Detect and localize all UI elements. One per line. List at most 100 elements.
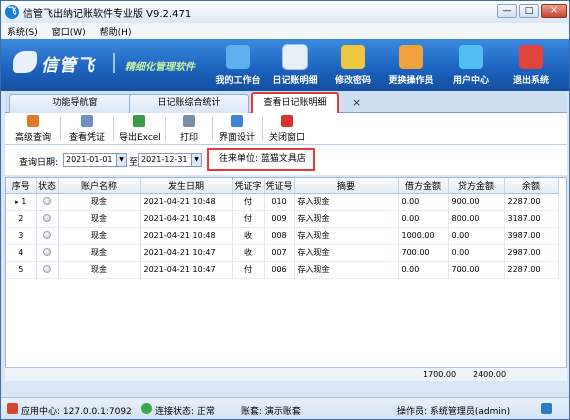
query-date-label: 查询日期: — [19, 158, 59, 168]
advanced-query-label: 高级查询 — [14, 133, 51, 143]
monitor-icon — [226, 45, 250, 69]
account-cell: 现金 — [58, 210, 141, 228]
layout-design-button[interactable]: 界面设计 — [217, 115, 257, 143]
printer-icon — [183, 115, 195, 127]
date-to-picker[interactable]: 2021-12-31 ▼ — [138, 153, 202, 167]
row-number-cell: 5 — [6, 261, 37, 279]
exit-system-label: 退出系统 — [512, 76, 549, 86]
close-window-icon — [281, 115, 293, 127]
status-dot-icon — [43, 213, 51, 222]
table-row[interactable]: 5 现金 2021-04-21 10:47 付 006 存入现金 0.00 70… — [6, 261, 559, 279]
menu-system[interactable]: 系统(S) — [7, 25, 38, 38]
column-header[interactable]: 凭证字 — [232, 178, 265, 194]
window-title: 信管飞出纳记账软件专业版 V9.2.471 — [23, 8, 192, 20]
tab-ledger-stats[interactable]: 日记账综合统计 — [129, 94, 249, 113]
tab-close-icon[interactable]: × — [352, 96, 361, 109]
debit-cell: 0.00 — [398, 193, 449, 211]
user-center-button[interactable]: 用户中心 — [441, 45, 501, 91]
credit-total: 2400.00 — [473, 370, 507, 379]
debit-cell: 1000.00 — [398, 227, 449, 245]
ledger-table: 序号 状态 账户名称 发生日期 凭证字 凭证号 摘要 借方金额 贷方金额 余额 … — [6, 178, 559, 279]
credit-cell: 700.00 — [448, 261, 505, 279]
payee-label: 往来单位: — [219, 154, 259, 164]
ledger-list-icon — [282, 44, 308, 70]
status-cell — [36, 244, 59, 262]
layout-design-label: 界面设计 — [218, 133, 255, 143]
status-cell — [36, 261, 59, 279]
column-header[interactable]: 摘要 — [294, 178, 399, 194]
column-header[interactable]: 借方金额 — [398, 178, 449, 194]
debit-total: 1700.00 — [423, 370, 457, 379]
close-window-button[interactable]: 关闭窗口 — [267, 115, 307, 143]
brand-slogan: 精细化管理软件 — [125, 62, 195, 73]
toolbar: 高级查询 查看凭证 导出Excel 打印 界面设计 关闭窗口 — [5, 113, 567, 145]
change-password-button[interactable]: 修改密码 — [323, 45, 383, 91]
account-cell: 现金 — [58, 244, 141, 262]
column-header[interactable]: 发生日期 — [140, 178, 233, 194]
row-number-cell: 3 — [6, 227, 37, 245]
minimize-button[interactable]: — — [497, 4, 517, 18]
account-cell: 现金 — [58, 227, 141, 245]
voucher-word-cell: 付 — [232, 261, 265, 279]
my-workbench-button[interactable]: 我的工作台 — [208, 45, 268, 91]
date-from-picker[interactable]: 2021-01-01 ▼ — [63, 153, 127, 167]
debit-cell: 700.00 — [398, 244, 449, 262]
toolbar-divider — [60, 117, 61, 141]
credit-cell: 0.00 — [448, 227, 505, 245]
title-bar[interactable]: 飞 信管飞出纳记账软件专业版 V9.2.471 — □ ✕ — [1, 1, 569, 23]
tab-ledger-detail[interactable]: 查看日记账明细 — [251, 92, 339, 114]
menu-bar: 系统(S) 窗口(W) 帮助(H) — [1, 23, 569, 39]
row-number-cell: ▸ 1 — [6, 193, 37, 211]
summary-cell: 存入现金 — [294, 193, 399, 211]
column-header[interactable]: 账户名称 — [58, 178, 141, 194]
ledger-detail-button[interactable]: 日记账明细 — [265, 44, 325, 91]
print-button[interactable]: 打印 — [171, 115, 207, 143]
totals-row: 1700.00 2400.00 — [5, 367, 567, 381]
chevron-down-icon[interactable]: ▼ — [116, 154, 126, 166]
account-set-status: 账套: 演示账套 — [241, 407, 301, 417]
switch-operator-button[interactable]: 更换操作员 — [381, 45, 441, 91]
column-header[interactable]: 贷方金额 — [448, 178, 505, 194]
app-window: 飞 信管飞出纳记账软件专业版 V9.2.471 — □ ✕ 系统(S) 窗口(W… — [0, 0, 570, 420]
connection-status: 连接状态: 正常 — [155, 407, 215, 417]
menu-window[interactable]: 窗口(W) — [52, 25, 86, 38]
table-row[interactable]: 2 现金 2021-04-21 10:48 付 009 存入现金 0.00 80… — [6, 210, 559, 228]
debit-cell: 0.00 — [398, 210, 449, 228]
maximize-button[interactable]: □ — [519, 4, 539, 18]
column-header[interactable]: 凭证号 — [264, 178, 295, 194]
voucher-no-cell: 009 — [264, 210, 295, 228]
toolbar-divider — [212, 117, 213, 141]
close-button[interactable]: ✕ — [541, 4, 567, 18]
summary-cell: 存入现金 — [294, 227, 399, 245]
menu-help[interactable]: 帮助(H) — [100, 25, 132, 38]
column-header[interactable]: 余额 — [504, 178, 559, 194]
table-row[interactable]: 4 现金 2021-04-21 10:47 收 007 存入现金 700.00 … — [6, 244, 559, 262]
switch-operator-label: 更换操作员 — [388, 76, 434, 86]
view-voucher-label: 查看凭证 — [68, 133, 105, 143]
row-number-cell: 2 — [6, 210, 37, 228]
table-row[interactable]: 3 现金 2021-04-21 10:48 收 008 存入现金 1000.00… — [6, 227, 559, 245]
user-center-icon — [459, 45, 483, 69]
voucher-no-cell: 010 — [264, 193, 295, 211]
tab-function-nav[interactable]: 功能导航窗 — [9, 94, 141, 113]
date-cell: 2021-04-21 10:48 — [140, 193, 233, 211]
table-row[interactable]: ▸ 1 现金 2021-04-21 10:48 付 010 存入现金 0.00 … — [6, 193, 559, 211]
column-header[interactable]: 序号 — [6, 178, 37, 194]
close-window-label: 关闭窗口 — [268, 133, 305, 143]
column-header[interactable]: 状态 — [36, 178, 59, 194]
balance-cell: 3187.00 — [504, 210, 559, 228]
summary-cell: 存入现金 — [294, 261, 399, 279]
voucher-word-cell: 付 — [232, 193, 265, 211]
user-switch-icon — [399, 45, 423, 69]
ledger-grid: 序号 状态 账户名称 发生日期 凭证字 凭证号 摘要 借方金额 贷方金额 余额 … — [5, 177, 567, 381]
brand-logo-icon — [13, 51, 37, 73]
advanced-query-button[interactable]: 高级查询 — [13, 115, 53, 143]
chevron-down-icon[interactable]: ▼ — [191, 154, 201, 166]
export-excel-button[interactable]: 导出Excel — [119, 115, 161, 143]
exit-system-button[interactable]: 退出系统 — [501, 45, 561, 91]
view-voucher-button[interactable]: 查看凭证 — [67, 115, 107, 143]
notification-icon[interactable] — [541, 403, 552, 414]
key-lock-icon — [341, 45, 365, 69]
date-cell: 2021-04-21 10:48 — [140, 210, 233, 228]
date-from-value: 2021-01-01 — [66, 155, 113, 164]
